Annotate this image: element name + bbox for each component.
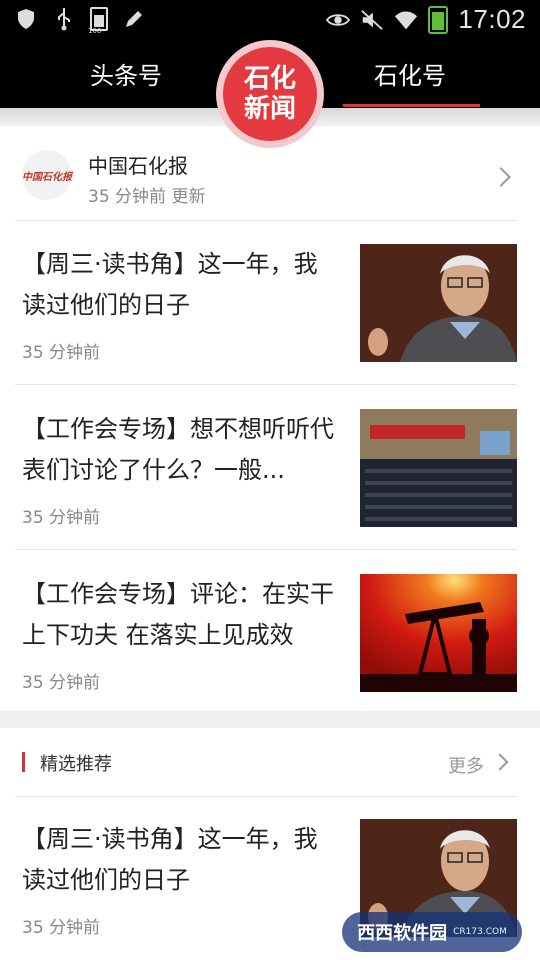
news-title: 【周三·读书角】这一年，我读过他们的日子 <box>22 250 318 319</box>
news-item[interactable]: 【工作会专场】评论：在实干上下功夫 在落实上见成效 35 分钟前 <box>0 574 540 738</box>
app-logo-line2: 新闻 <box>243 94 296 124</box>
status-bar: 100 17:02 <box>0 0 540 38</box>
eye-icon <box>326 7 351 33</box>
news-card: 中国石化报 中国石化报 35 分钟前 更新 【周三·读书角】这一年，我读过他们的… <box>0 126 540 711</box>
source-updated-time: 35 分钟前 更新 <box>88 187 206 207</box>
watermark-text: 西西软件园 <box>357 923 448 944</box>
divider <box>15 384 517 385</box>
section-accent-bar <box>22 752 25 772</box>
featured-header: 精选推荐 更多 <box>0 728 540 796</box>
watermark-sub: CR173.COM <box>453 927 507 937</box>
news-thumbnail <box>360 574 517 692</box>
watermark-logo: 西西软件园 CR173.COM <box>342 912 522 952</box>
chevron-right-icon <box>491 167 511 187</box>
news-time: 35 分钟前 <box>22 508 101 528</box>
app-logo-badge[interactable]: 石化 新闻 <box>216 40 324 148</box>
pen-icon <box>122 6 146 32</box>
battery-charging-icon <box>428 5 449 34</box>
divider <box>15 549 517 550</box>
source-row[interactable]: 中国石化报 中国石化报 35 分钟前 更新 <box>22 148 518 220</box>
divider <box>15 796 517 797</box>
news-time: 35 分钟前 <box>22 918 101 938</box>
shield-icon <box>14 6 38 32</box>
app-logo-line1: 石化 <box>243 64 296 94</box>
news-thumbnail <box>360 244 517 362</box>
battery-level-label: 100 <box>88 27 102 35</box>
divider <box>15 220 517 221</box>
news-title: 【工作会专场】想不想听听代表们讨论了什么？一般... <box>22 415 334 484</box>
chevron-right-icon[interactable] <box>491 753 509 771</box>
status-time: 17:02 <box>458 4 526 34</box>
tab-toutiao[interactable]: 头条号 <box>90 56 162 91</box>
tab-shihua[interactable]: 石化号 <box>374 56 446 91</box>
section-title: 精选推荐 <box>40 754 112 775</box>
news-time: 35 分钟前 <box>22 343 101 363</box>
more-link[interactable]: 更多 <box>448 752 484 778</box>
source-logo: 中国石化报 <box>22 150 72 200</box>
news-time: 35 分钟前 <box>22 673 101 693</box>
news-thumbnail <box>360 409 517 527</box>
usb-icon <box>52 6 76 32</box>
wifi-icon <box>394 7 418 33</box>
battery-icon: 100 <box>88 7 108 35</box>
news-title: 【工作会专场】评论：在实干上下功夫 在落实上见成效 <box>22 580 334 649</box>
active-tab-indicator <box>343 104 480 107</box>
app-logo: 石化 新闻 <box>223 47 317 141</box>
news-title: 【周三·读书角】这一年，我读过他们的日子 <box>22 825 318 894</box>
source-name: 中国石化报 <box>88 154 188 178</box>
mute-icon <box>360 7 384 33</box>
